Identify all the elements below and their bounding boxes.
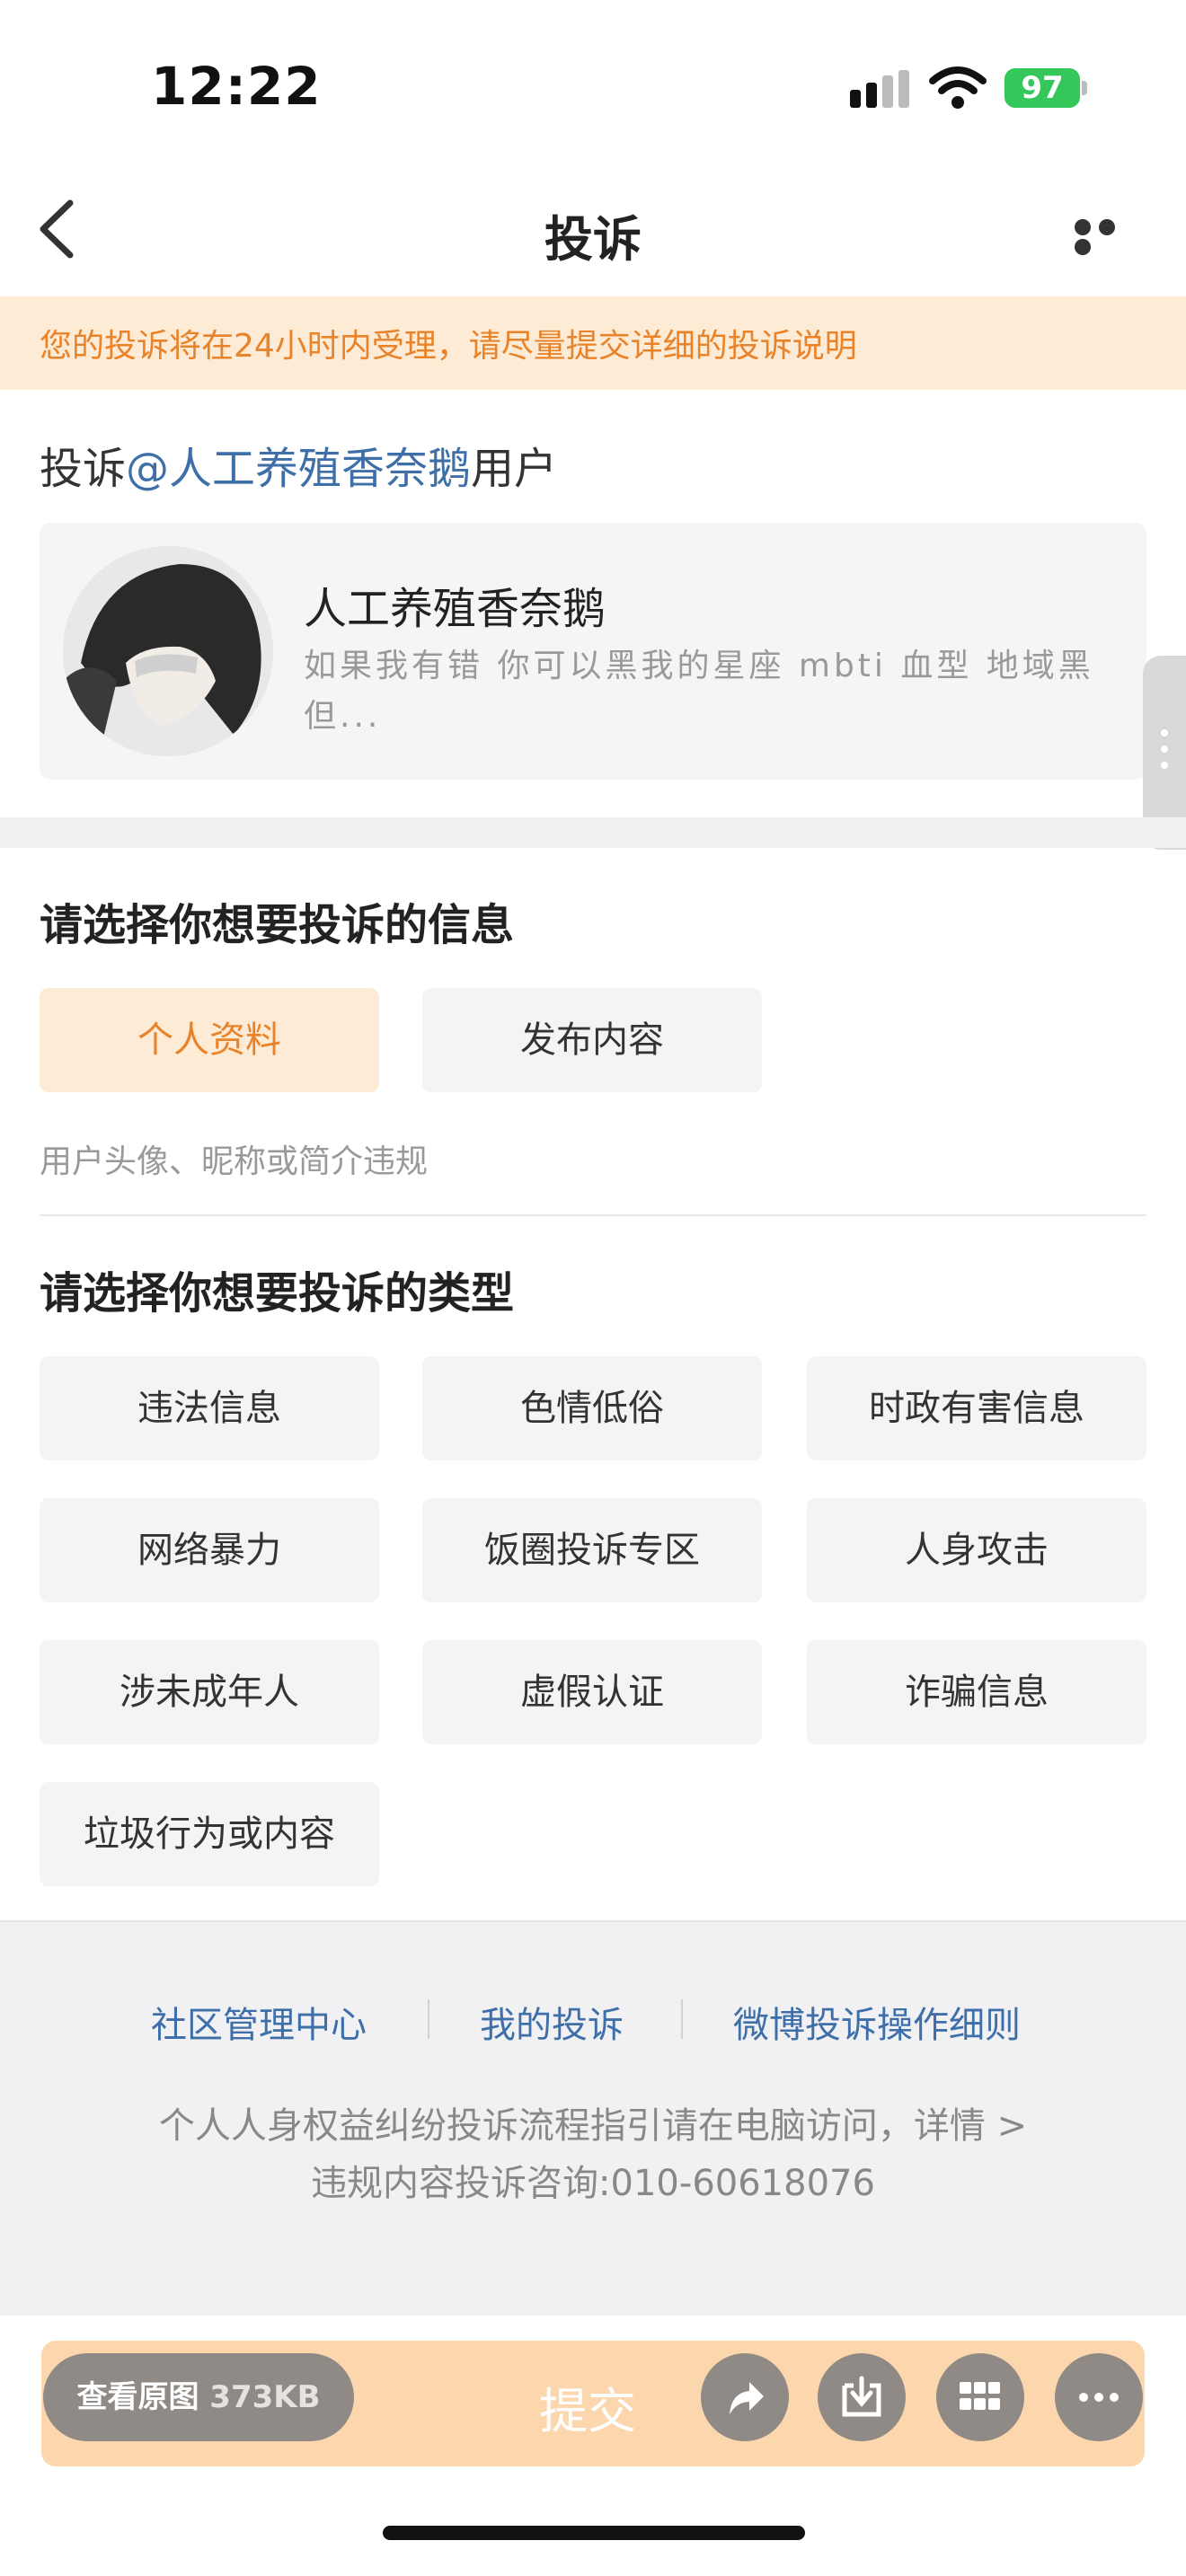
footer-link-rules[interactable]: 微博投诉操作细则 <box>733 1996 1021 2048</box>
download-button[interactable] <box>818 2353 906 2441</box>
share-button[interactable] <box>701 2353 789 2441</box>
section-divider <box>0 817 1186 848</box>
footer-link-community[interactable]: 社区管理中心 <box>151 1996 367 2048</box>
type-option-cyberbullying[interactable]: 网络暴力 <box>40 1498 379 1602</box>
type-option-pornographic[interactable]: 色情低俗 <box>422 1356 762 1460</box>
grid-icon <box>960 2382 1000 2410</box>
info-option-profile[interactable]: 个人资料 <box>40 988 379 1092</box>
more-actions-button[interactable] <box>1055 2353 1143 2441</box>
user-bio: 如果我有错 你可以黑我的星座 mbti 血型 地域黑但... <box>304 648 1094 735</box>
avatar <box>63 546 273 756</box>
apps-button[interactable] <box>936 2353 1024 2441</box>
submit-button[interactable]: 提交 <box>539 2371 636 2442</box>
target-prefix: 投诉 <box>40 444 127 494</box>
footer-separator <box>681 1999 683 2039</box>
ellipsis-icon <box>1079 2393 1119 2402</box>
type-option-fraud[interactable]: 诈骗信息 <box>807 1640 1146 1744</box>
footer-phone-text: 违规内容投诉咨询:010-60618076 <box>311 2163 875 2204</box>
info-hint: 用户头像、昵称或简介违规 <box>40 1143 429 1180</box>
battery-tip <box>1082 81 1087 95</box>
type-section-title: 请选择你想要投诉的类型 <box>40 1268 515 1319</box>
type-option-minors[interactable]: 涉未成年人 <box>40 1640 379 1744</box>
download-icon <box>842 2376 881 2417</box>
type-option-spam[interactable]: 垃圾行为或内容 <box>40 1782 379 1886</box>
footer-guide-text[interactable]: 个人人身权益纠纷投诉流程指引请在电脑访问，详情 > <box>0 2096 1186 2148</box>
type-option-illegal[interactable]: 违法信息 <box>40 1356 379 1460</box>
footer-link-my-complaints[interactable]: 我的投诉 <box>480 1996 624 2048</box>
target-suffix: 用户 <box>471 444 558 494</box>
battery-indicator: 97 <box>1005 68 1080 108</box>
type-option-fake-verification[interactable]: 虚假认证 <box>422 1640 762 1744</box>
type-option-fandom[interactable]: 饭圈投诉专区 <box>422 1498 762 1602</box>
info-section-title: 请选择你想要投诉的信息 <box>40 900 515 950</box>
image-size: 373KB <box>209 2379 321 2415</box>
share-icon <box>730 2382 764 2414</box>
footer-separator <box>428 1999 429 2039</box>
type-option-political[interactable]: 时政有害信息 <box>807 1356 1146 1460</box>
notice-text: 您的投诉将在24小时内受理，请尽量提交详细的投诉说明 <box>40 328 857 365</box>
complaint-target-line: 投诉@人工养殖香奈鹅用户 <box>40 433 557 496</box>
home-indicator[interactable] <box>383 2526 805 2540</box>
view-original-label: 查看原图 <box>76 2379 199 2415</box>
status-time: 12:22 <box>151 56 322 117</box>
info-option-posts[interactable]: 发布内容 <box>422 988 762 1092</box>
page-title: 投诉 <box>544 211 642 268</box>
user-name: 人工养殖香奈鹅 <box>304 584 606 634</box>
cellular-signal-icon <box>850 70 909 108</box>
target-mention-link[interactable]: @人工养殖香奈鹅 <box>126 444 471 494</box>
divider <box>40 1214 1146 1216</box>
view-original-button[interactable]: 查看原图 373KB <box>43 2353 354 2441</box>
wifi-icon <box>929 66 987 109</box>
more-options-icon[interactable] <box>1075 219 1145 255</box>
type-option-personal-attack[interactable]: 人身攻击 <box>807 1498 1146 1602</box>
